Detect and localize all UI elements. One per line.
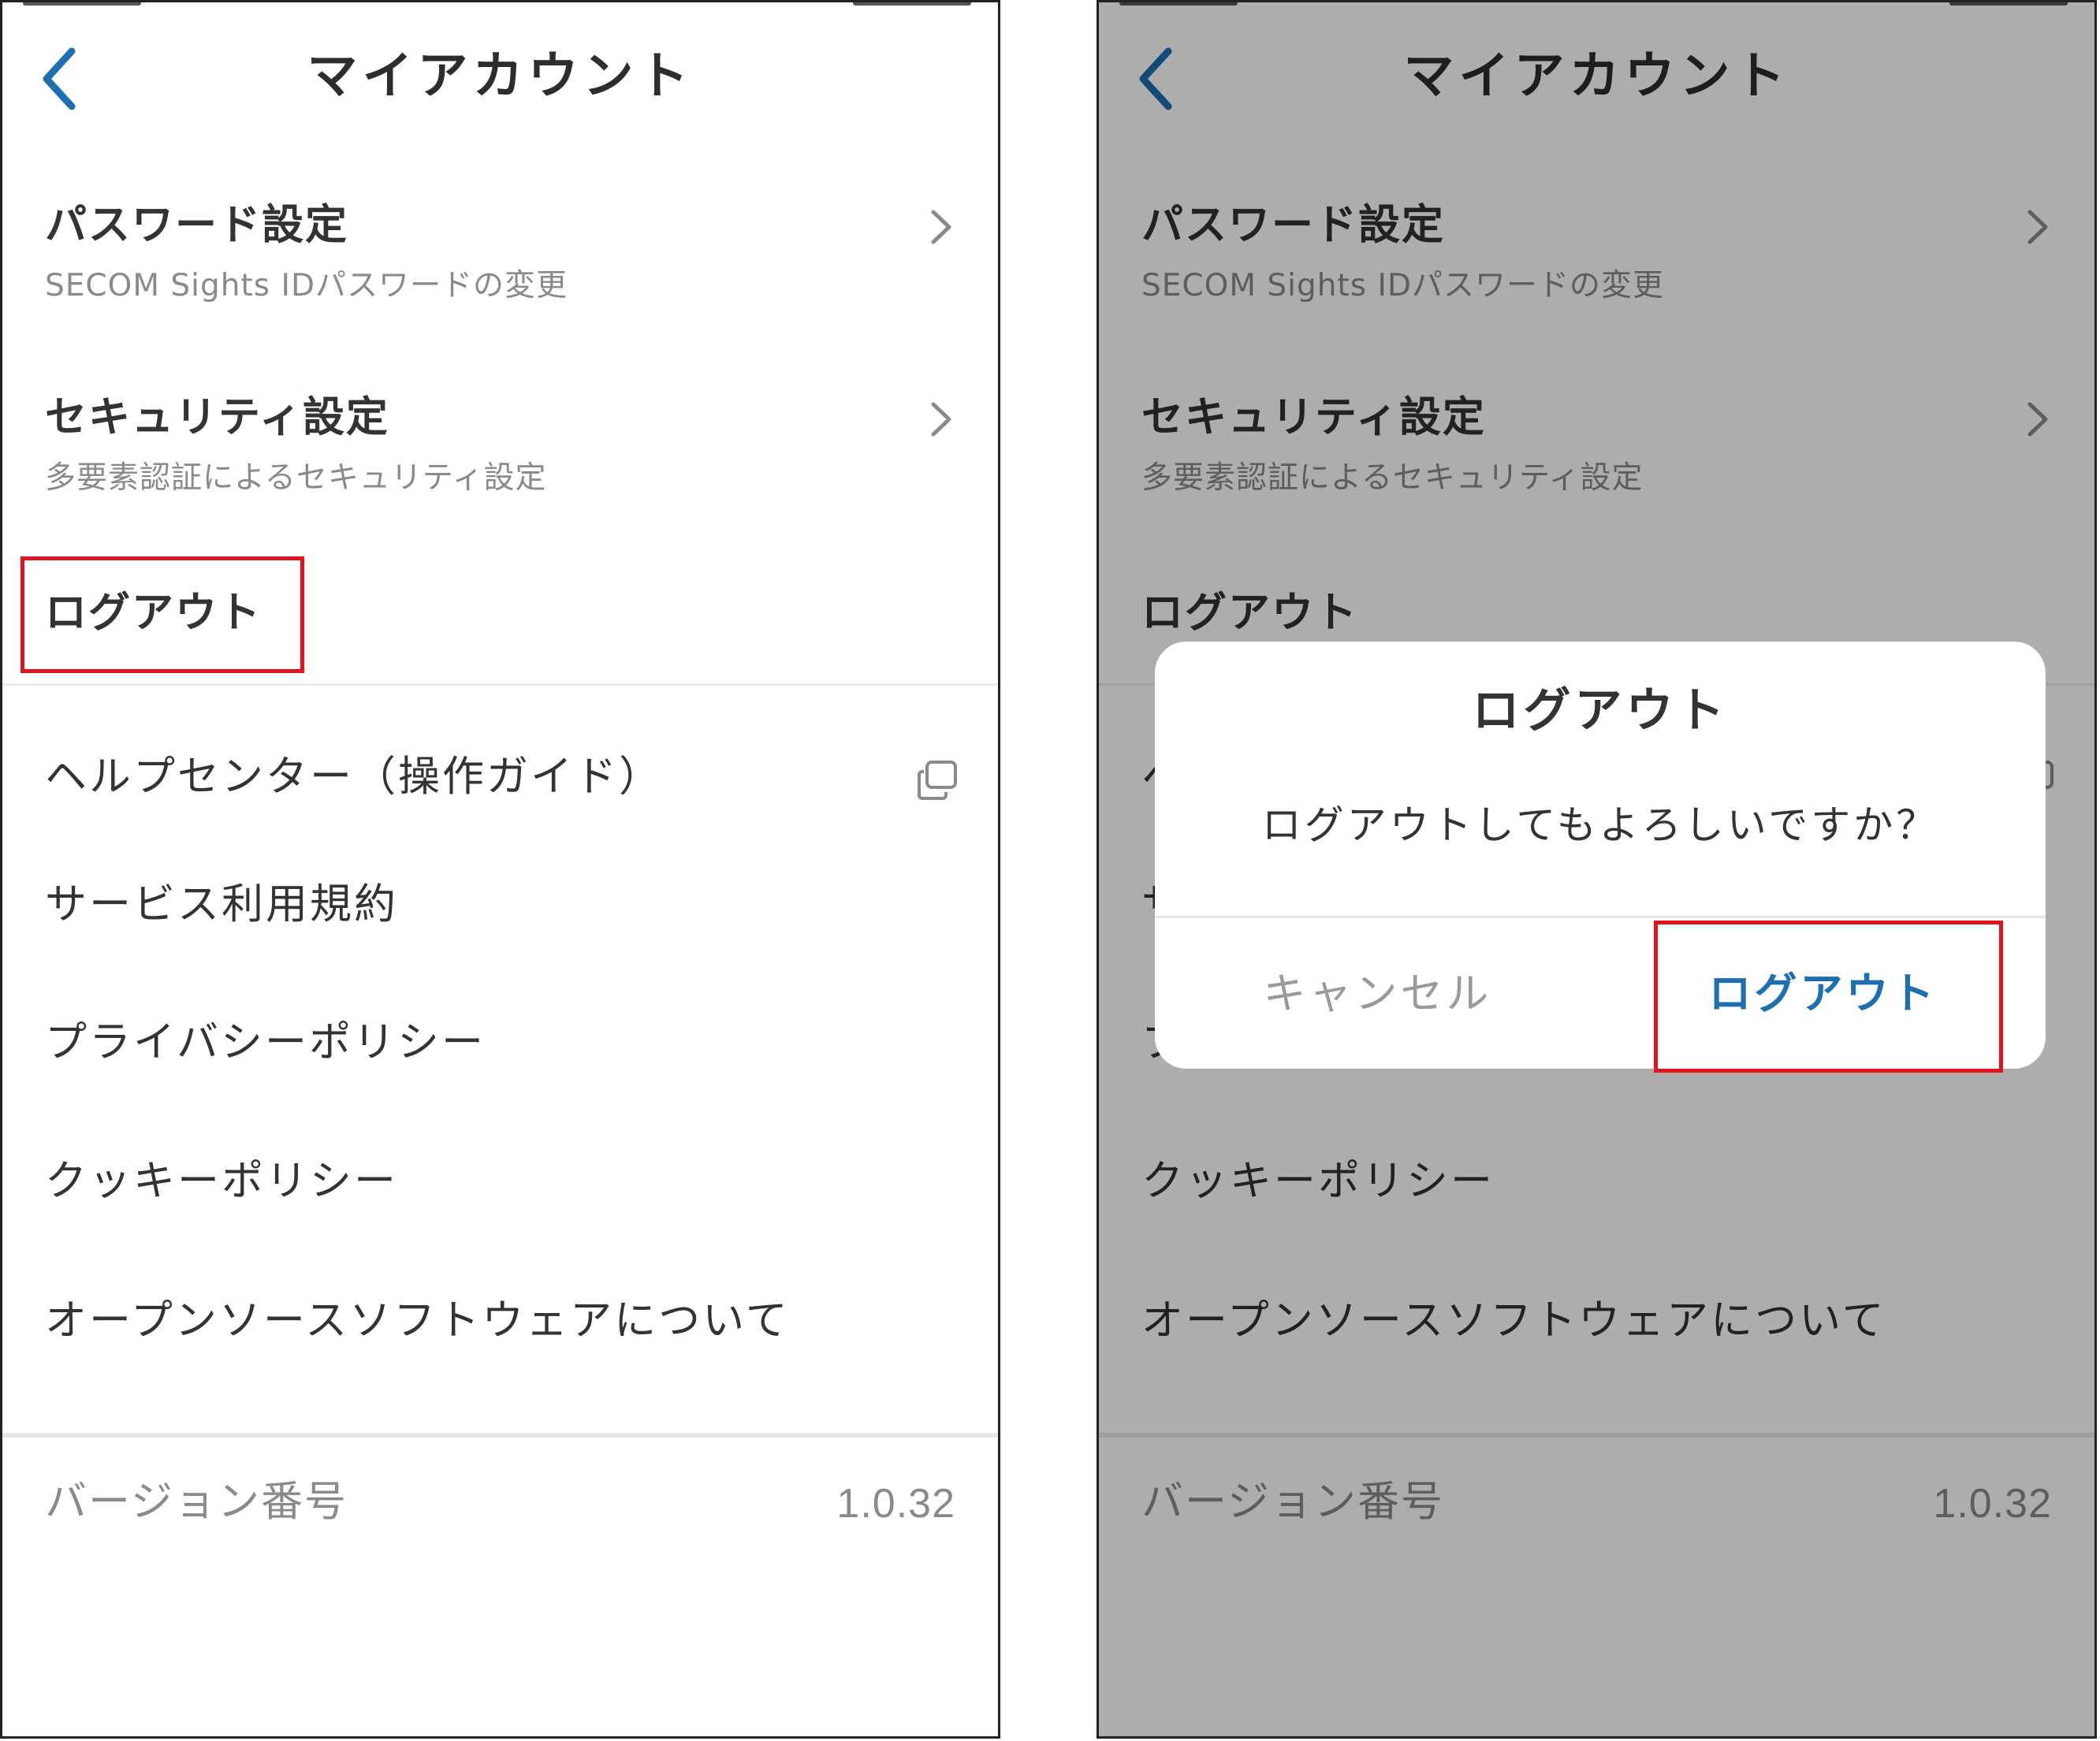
open-source-software-label: オープンソースソフトウェアについて (45, 1296, 790, 1345)
password-settings-row[interactable]: パスワード設定 SECOM Sights IDパスワードの変更 (2, 184, 998, 341)
help-center-label: ヘルプセンター（操作ガイド） (45, 753, 663, 801)
password-settings-title: パスワード設定 (45, 201, 348, 249)
status-bar (2, 2, 998, 10)
cancel-button[interactable]: キャンセル (1155, 919, 1600, 1069)
my-account-screen: マイアカウント パスワード設定 SECOM Sights IDパスワードの変更 … (0, 0, 1000, 1739)
logout-row[interactable]: ログアウト (2, 570, 998, 672)
confirm-logout-button[interactable]: ログアウト (1600, 919, 2046, 1069)
logout-title: ログアウト (45, 589, 262, 637)
privacy-policy-label: プライバシーポリシー (45, 1018, 486, 1066)
terms-of-service-label: サービス利用規約 (45, 880, 398, 928)
page-title: マイアカウント (307, 47, 694, 106)
chevron-right-icon (931, 402, 951, 437)
help-center-link[interactable]: ヘルプセンター（操作ガイド） (2, 743, 998, 822)
security-settings-row[interactable]: セキュリティ設定 多要素認証によるセキュリティ設定 (2, 376, 998, 534)
dialog-title: ログアウト (1472, 683, 1729, 738)
my-account-screen-with-dialog: マイアカウント パスワード設定 SECOM Sights IDパスワードの変更 … (1097, 0, 2097, 1739)
privacy-policy-link[interactable]: プライバシーポリシー (2, 1015, 998, 1094)
divider (2, 683, 998, 686)
logout-confirm-dialog: ログアウト ログアウトしてもよろしいですか？ キャンセル ログアウト (1155, 642, 2046, 1069)
open-source-software-link[interactable]: オープンソースソフトウェアについて (2, 1293, 998, 1372)
cookie-policy-link[interactable]: クッキーポリシー (2, 1154, 998, 1233)
chevron-right-icon (931, 210, 951, 244)
password-settings-subtitle: SECOM Sights IDパスワードの変更 (45, 268, 568, 303)
security-settings-title: セキュリティ設定 (45, 393, 389, 441)
dialog-divider (1155, 916, 2046, 918)
security-settings-subtitle: 多要素認証によるセキュリティ設定 (45, 460, 547, 496)
dialog-message: ログアウトしてもよろしいですか？ (1261, 802, 1939, 848)
terms-of-service-link[interactable]: サービス利用規約 (2, 877, 998, 956)
version-label: バージョン番号 (45, 1478, 348, 1526)
divider (2, 1433, 998, 1438)
version-value: 1.0.32 (836, 1481, 955, 1527)
cookie-policy-label: クッキーポリシー (45, 1157, 398, 1205)
external-link-icon (918, 761, 957, 800)
